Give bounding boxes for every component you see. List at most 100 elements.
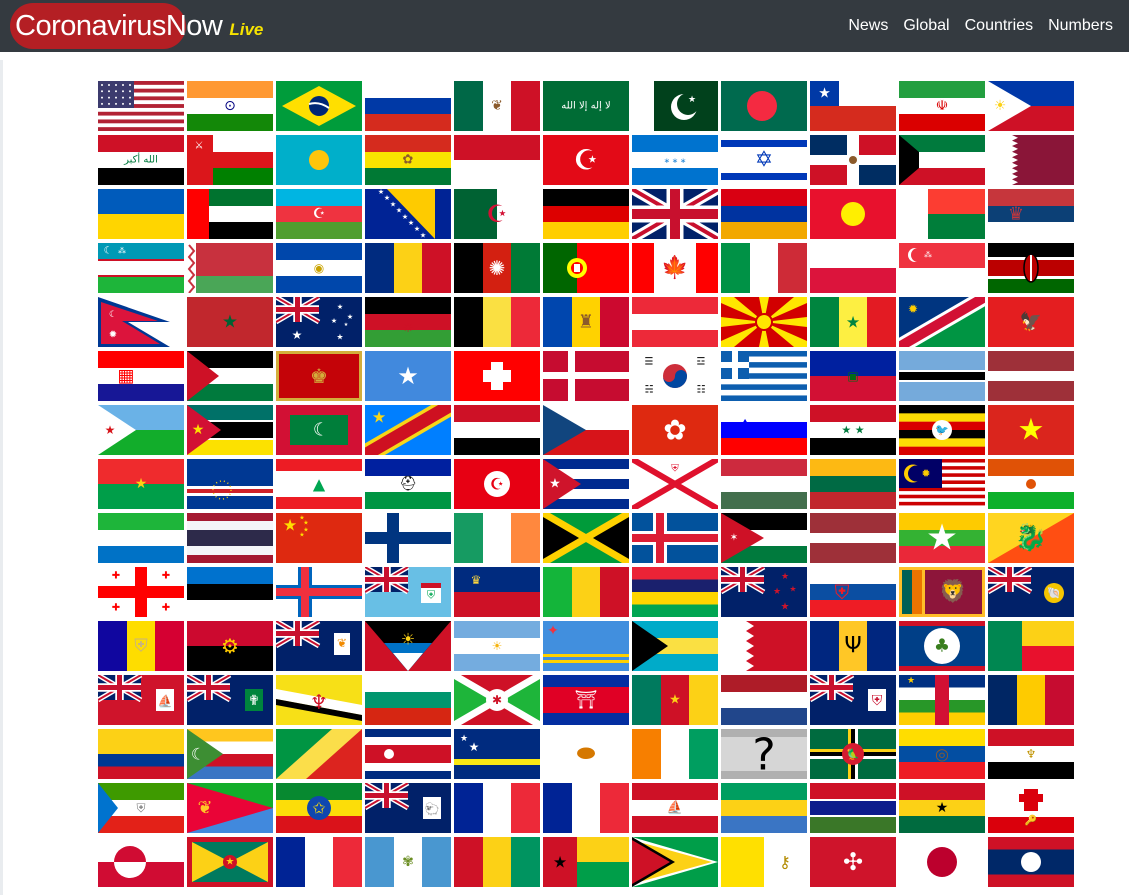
country-flag-lk[interactable]: 🦁 bbox=[899, 567, 985, 617]
country-flag-dj[interactable]: ★ bbox=[98, 405, 184, 455]
country-flag-bj[interactable] bbox=[988, 621, 1074, 671]
country-flag-pt[interactable] bbox=[543, 243, 629, 293]
country-flag-gh[interactable]: ★ bbox=[899, 783, 985, 833]
country-flag-sk[interactable]: ⛨ bbox=[810, 567, 896, 617]
country-flag-ir[interactable]: ☫ bbox=[899, 81, 985, 131]
country-flag-id[interactable] bbox=[454, 135, 540, 185]
country-flag-ae[interactable] bbox=[187, 189, 273, 239]
country-flag-in[interactable]: ⊙ bbox=[187, 81, 273, 131]
country-flag-bb[interactable]: Ψ bbox=[810, 621, 896, 671]
country-flag-mv[interactable]: ☾ bbox=[276, 405, 362, 455]
country-flag-me[interactable]: ♚ bbox=[276, 351, 362, 401]
country-flag-gp[interactable] bbox=[276, 837, 362, 887]
country-flag-aw[interactable]: ✦ bbox=[543, 621, 629, 671]
country-flag-sn[interactable]: ★ bbox=[810, 297, 896, 347]
country-flag-gy[interactable] bbox=[632, 837, 718, 887]
country-flag-sg[interactable]: ⁂ bbox=[899, 243, 985, 293]
country-flag-ca[interactable]: 🍁 bbox=[632, 243, 718, 293]
country-flag-md[interactable]: ♜ bbox=[543, 297, 629, 347]
country-flag-gi[interactable]: 🔑 bbox=[988, 783, 1074, 833]
country-flag-gt[interactable]: ✾ bbox=[365, 837, 451, 887]
country-flag-cz[interactable] bbox=[543, 405, 629, 455]
country-flag-it[interactable] bbox=[721, 243, 807, 293]
country-flag-us[interactable] bbox=[98, 81, 184, 131]
country-flag-kg[interactable] bbox=[810, 189, 896, 239]
country-flag-iq[interactable]: الله أكبر bbox=[98, 135, 184, 185]
country-flag-ad[interactable]: ⛨ bbox=[98, 621, 184, 671]
country-flag-np[interactable]: ☾ ✹ bbox=[98, 297, 184, 347]
country-flag-et[interactable]: ✩ bbox=[276, 783, 362, 833]
country-flag-gl[interactable] bbox=[98, 837, 184, 887]
country-flag-mk[interactable] bbox=[721, 297, 807, 347]
country-flag-cd[interactable]: ★ bbox=[365, 405, 451, 455]
country-flag-ps[interactable] bbox=[187, 351, 273, 401]
country-flag-gd[interactable]: ★ bbox=[187, 837, 273, 887]
country-flag-tr[interactable]: ☪ bbox=[543, 135, 629, 185]
country-flag-ga[interactable] bbox=[721, 783, 807, 833]
country-flag-ee[interactable] bbox=[187, 567, 273, 617]
country-flag-il[interactable]: ✡ bbox=[721, 135, 807, 185]
country-flag-cm[interactable]: ★ bbox=[632, 675, 718, 725]
country-flag-lt[interactable] bbox=[810, 459, 896, 509]
country-flag-gw[interactable]: ★ bbox=[543, 837, 629, 887]
country-flag-hk[interactable]: ✿ bbox=[632, 405, 718, 455]
country-flag-pf[interactable]: ⛵ bbox=[632, 783, 718, 833]
country-flag-jp[interactable] bbox=[899, 837, 985, 887]
country-flag-bt[interactable]: 🐉 bbox=[988, 513, 1074, 563]
country-flag-nl[interactable] bbox=[721, 675, 807, 725]
country-flag-bs[interactable] bbox=[632, 621, 718, 671]
country-flag-bd[interactable] bbox=[721, 81, 807, 131]
country-flag-td[interactable] bbox=[988, 675, 1074, 725]
country-flag-ph[interactable]: ☀ bbox=[988, 81, 1074, 131]
country-flag-cw[interactable]: ★ ★ bbox=[454, 729, 540, 779]
country-flag-ie[interactable] bbox=[454, 513, 540, 563]
country-flag-ru[interactable] bbox=[365, 81, 451, 131]
country-flag-at[interactable] bbox=[632, 297, 718, 347]
country-flag-am[interactable] bbox=[721, 189, 807, 239]
nav-link-news[interactable]: News bbox=[848, 17, 888, 35]
country-flag-dz[interactable]: ☪ bbox=[454, 189, 540, 239]
country-flag-kw[interactable] bbox=[899, 135, 985, 185]
country-flag-sa[interactable]: لا إله إلا الله bbox=[543, 81, 629, 131]
country-flag-bh[interactable] bbox=[721, 621, 807, 671]
country-flag-dk[interactable] bbox=[543, 351, 629, 401]
country-flag-th[interactable] bbox=[187, 513, 273, 563]
nav-link-countries[interactable]: Countries bbox=[965, 17, 1033, 35]
country-flag-qa[interactable] bbox=[988, 135, 1074, 185]
country-flag-ba[interactable]: ★ ★ ★ ★ ★ ★ ★ ★ bbox=[365, 189, 451, 239]
country-flag-gn[interactable] bbox=[454, 837, 540, 887]
country-flag-bm[interactable]: ⛵ bbox=[98, 675, 184, 725]
country-flag-ci[interactable] bbox=[632, 729, 718, 779]
country-flag-so[interactable]: ★ bbox=[365, 351, 451, 401]
country-flag-uz[interactable]: ☾ ⁂ bbox=[98, 243, 184, 293]
country-flag-kr[interactable]: ☰ ☲ ☵ ☷ bbox=[632, 351, 718, 401]
brand-logo[interactable]: CoronavirusNow Live bbox=[10, 3, 263, 49]
country-flag-ye[interactable] bbox=[454, 405, 540, 455]
country-flag-sv[interactable]: ◉ bbox=[276, 243, 362, 293]
country-flag-cy[interactable]: ⬬ bbox=[543, 729, 629, 779]
country-flag-lv2[interactable] bbox=[810, 513, 896, 563]
country-flag-km[interactable]: ☾ bbox=[187, 729, 273, 779]
country-flag-br[interactable] bbox=[276, 81, 362, 131]
country-flag-li[interactable]: ♛ bbox=[454, 567, 540, 617]
country-flag-bf[interactable]: ★ bbox=[98, 459, 184, 509]
country-flag-ma[interactable]: ★ bbox=[187, 297, 273, 347]
country-flag-nz[interactable]: ★ ★ ★ ★ bbox=[721, 567, 807, 617]
country-flag-af[interactable]: ✺ bbox=[454, 243, 540, 293]
country-flag-jo[interactable]: ✶ bbox=[721, 513, 807, 563]
country-flag-vn[interactable]: ★ bbox=[988, 405, 1074, 455]
country-flag-cu[interactable]: ★ bbox=[543, 459, 629, 509]
country-flag-la[interactable] bbox=[988, 837, 1074, 887]
country-flag-ky[interactable]: ⛨ bbox=[810, 675, 896, 725]
country-flag-lb[interactable]: ▲ bbox=[276, 459, 362, 509]
country-flag-ua[interactable] bbox=[98, 189, 184, 239]
country-flag-si[interactable]: ⛰ bbox=[721, 405, 807, 455]
country-flag-cf[interactable]: ★ bbox=[899, 675, 985, 725]
country-flag-sy[interactable]: ★ ★ bbox=[810, 405, 896, 455]
country-flag-co[interactable] bbox=[98, 729, 184, 779]
country-flag-al[interactable]: 🦅 bbox=[988, 297, 1074, 347]
country-flag-bz[interactable]: ♣ bbox=[899, 621, 985, 671]
country-flag-fr[interactable] bbox=[454, 783, 540, 833]
country-flag-ug[interactable]: 🐦 bbox=[899, 405, 985, 455]
country-flag-cv[interactable] bbox=[187, 459, 273, 509]
